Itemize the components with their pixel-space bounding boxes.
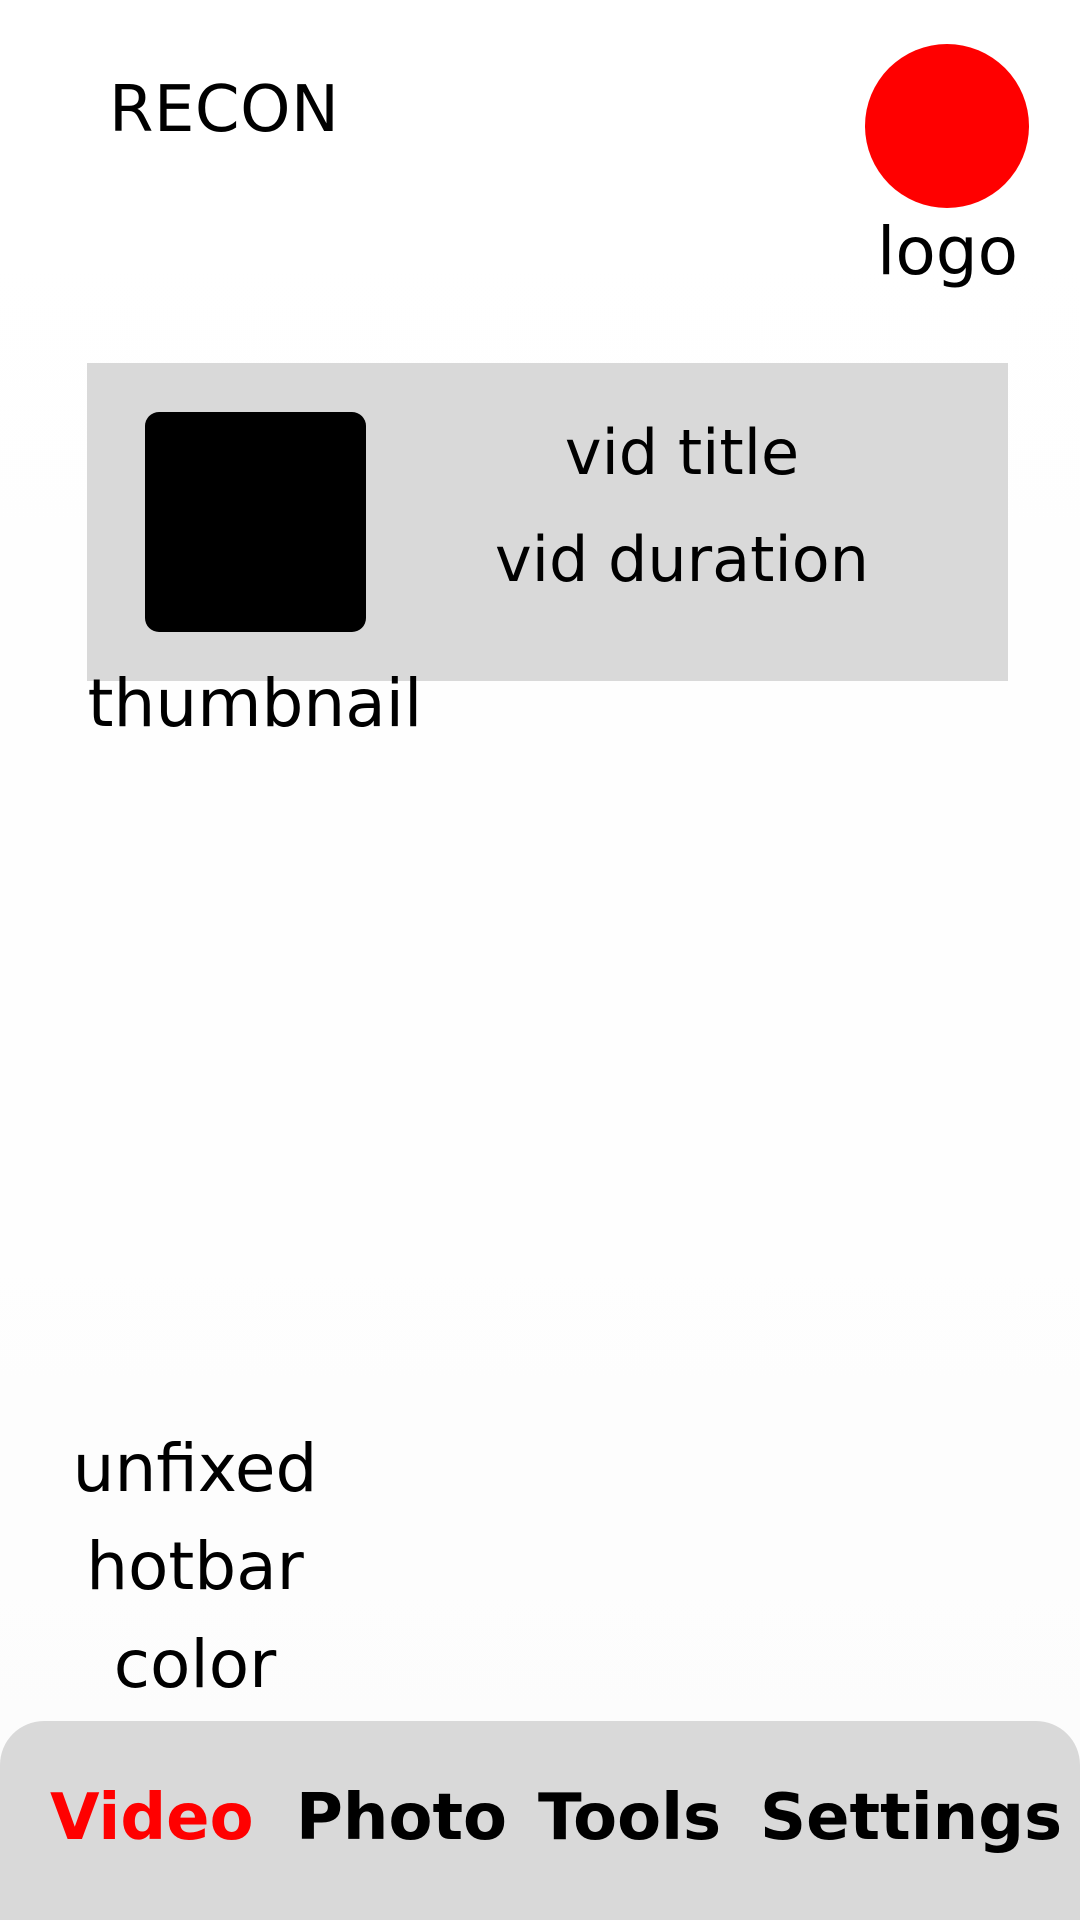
video-duration: vid duration [495,523,869,596]
nav-tab-settings[interactable]: Settings [760,1778,1062,1858]
thumbnail-label: thumbnail [87,665,423,742]
video-card[interactable]: vid title vid duration [87,363,1008,681]
bottom-hotbar: Video Photo Tools Settings [0,1721,1080,1920]
logo-icon [865,44,1029,208]
annotation-line: color [113,1626,277,1703]
logo-label: logo [877,213,1018,290]
annotation-line: unfixed [72,1430,318,1507]
thumbnail[interactable] [145,412,366,632]
nav-tab-photo[interactable]: Photo [296,1778,507,1858]
app-title: RECON [109,73,340,147]
annotation-line: hotbar [86,1528,304,1605]
nav-tab-tools[interactable]: Tools [538,1778,721,1858]
annotation-note: unfixed hotbar color [55,1420,335,1714]
nav-tab-video[interactable]: Video [50,1778,254,1858]
video-title: vid title [564,416,800,489]
